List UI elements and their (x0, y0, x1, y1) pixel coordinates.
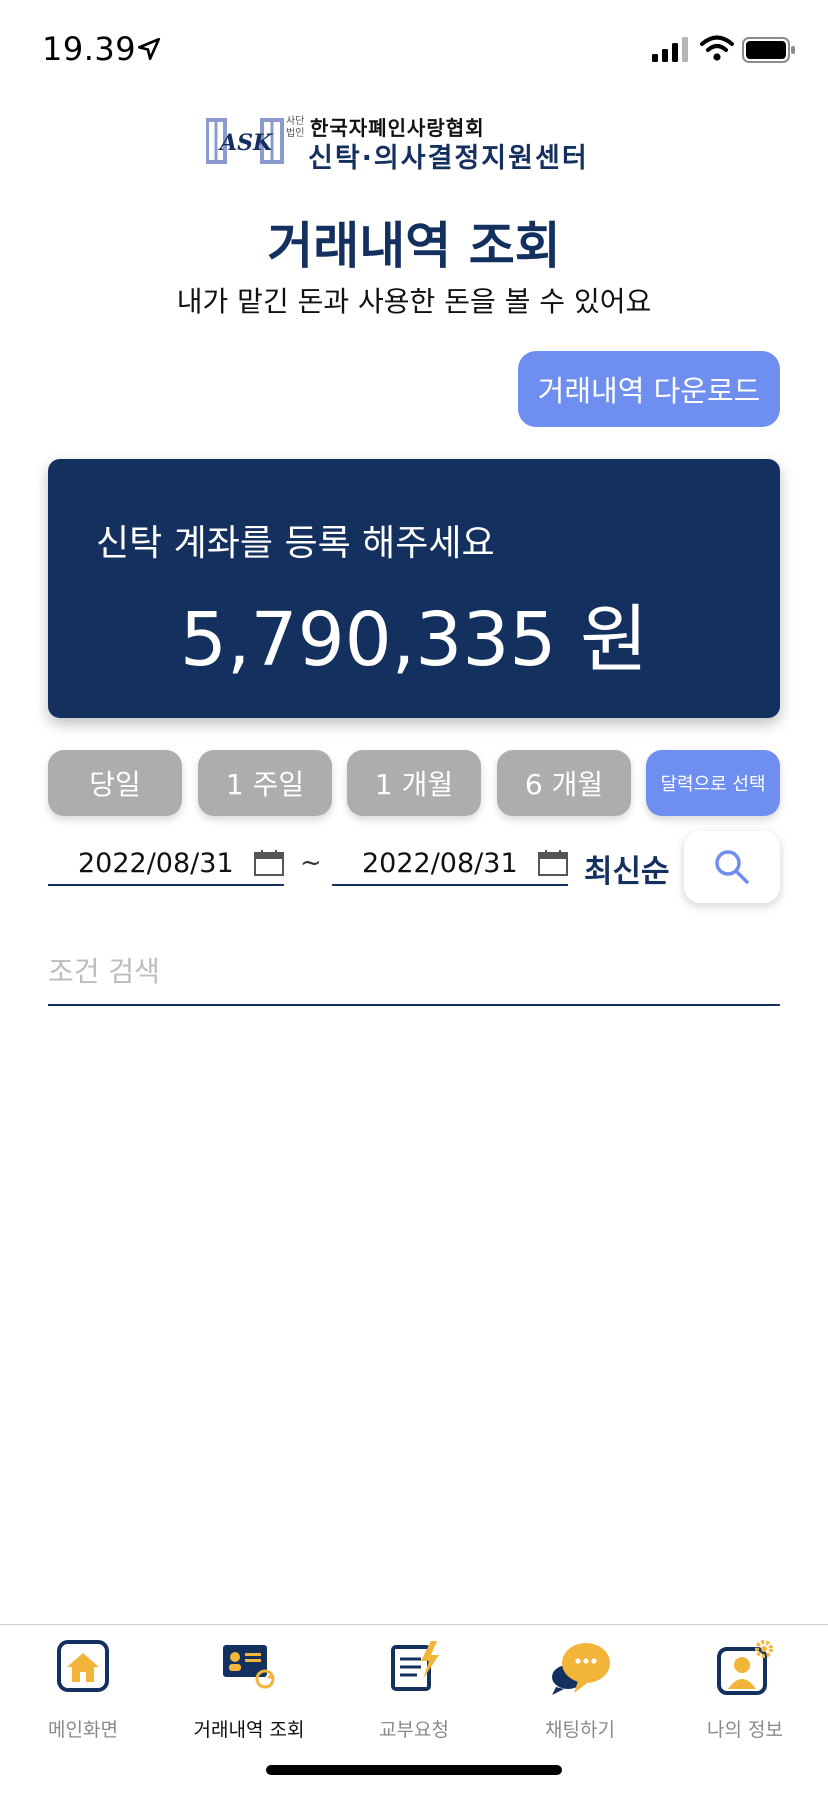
filter-1week-button[interactable]: 1 주일 (198, 750, 332, 816)
status-time: 19.39 (42, 30, 137, 68)
cellular-signal-icon (652, 37, 688, 62)
tab-home-label: 메인화면 (48, 1719, 118, 1741)
date-range-separator: ~ (300, 848, 322, 878)
tab-home[interactable]: 메인화면 (0, 1639, 166, 1749)
document-lightning-icon (391, 1641, 439, 1691)
filter-calendar-button[interactable]: 달력으로 선택 (646, 750, 780, 816)
home-icon (57, 1640, 109, 1692)
balance-amount: 5,790,335 원 (179, 597, 649, 683)
logo-center-name: 신탁·의사결정지원센터 (308, 143, 589, 174)
home-indicator[interactable] (266, 1765, 562, 1775)
tab-chat[interactable]: 채팅하기 (497, 1639, 663, 1749)
logo-mark-text: ASK (218, 130, 273, 156)
download-history-button[interactable]: 거래내역 다운로드 (518, 351, 780, 427)
end-date-value: 2022/08/31 (362, 848, 518, 879)
calendar-icon[interactable] (538, 850, 568, 876)
card-refresh-icon (223, 1645, 275, 1689)
tab-request-label: 교부요청 (379, 1719, 449, 1741)
start-date-value: 2022/08/31 (78, 848, 234, 879)
end-date-field[interactable]: 2022/08/31 (332, 842, 568, 886)
condition-search-input[interactable] (48, 938, 780, 1006)
search-button[interactable] (684, 831, 780, 903)
wifi-icon (700, 35, 734, 61)
tab-profile-label: 나의 정보 (707, 1719, 783, 1741)
tab-chat-label: 채팅하기 (545, 1719, 615, 1741)
battery-icon (742, 37, 795, 63)
logo-corp-type: 사단 법인 (286, 116, 305, 139)
ask-logo: ASK (206, 118, 284, 164)
filter-6month-button[interactable]: 6 개월 (497, 750, 631, 816)
tab-history[interactable]: 거래내역 조회 (166, 1639, 332, 1749)
page-subtitle: 내가 맡긴 돈과 사용한 돈을 볼 수 있어요 (176, 285, 652, 318)
filter-1month-button[interactable]: 1 개월 (347, 750, 481, 816)
tab-history-label: 거래내역 조회 (193, 1719, 305, 1741)
sort-order-toggle[interactable]: 최신순 (584, 846, 670, 891)
chat-bubble-icon (552, 1643, 610, 1695)
location-arrow-icon (137, 37, 161, 61)
tab-request[interactable]: 교부요청 (331, 1639, 497, 1749)
balance-card-label: 신탁 계좌를 등록 해주세요 (96, 523, 495, 564)
filter-today-button[interactable]: 당일 (48, 750, 182, 816)
page-title: 거래내역 조회 (267, 217, 561, 275)
search-icon (715, 850, 749, 884)
calendar-icon[interactable] (254, 850, 284, 876)
user-gear-icon (717, 1640, 773, 1695)
start-date-field[interactable]: 2022/08/31 (48, 842, 284, 886)
tab-profile[interactable]: 나의 정보 (662, 1639, 828, 1749)
